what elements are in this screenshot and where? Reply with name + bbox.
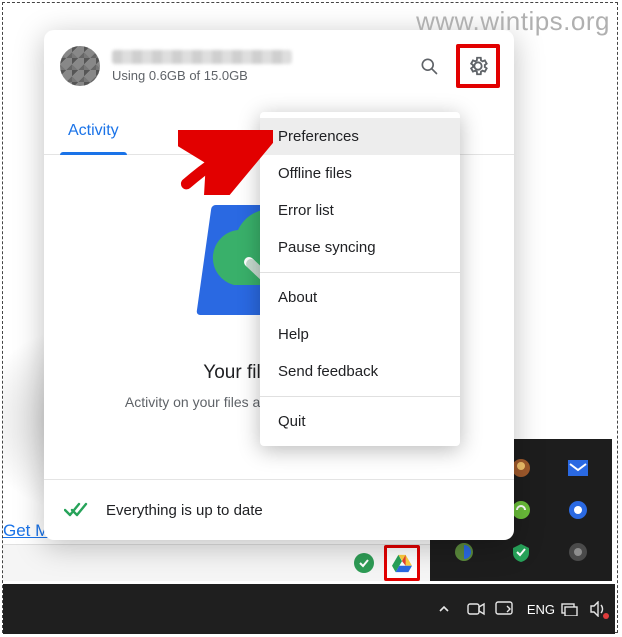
synced-icon [64, 501, 88, 519]
storage-usage-text: Using 0.6GB of 15.0GB [112, 68, 400, 83]
tray-bottom-row [3, 544, 430, 581]
tray-app-icon[interactable] [567, 457, 589, 479]
menu-separator [260, 272, 460, 273]
menu-item-quit[interactable]: Quit [260, 403, 460, 440]
menu-item-send-feedback[interactable]: Send feedback [260, 353, 460, 390]
menu-item-offline-files[interactable]: Offline files [260, 155, 460, 192]
search-button[interactable] [412, 49, 446, 83]
google-drive-tray-icon[interactable] [391, 553, 413, 573]
gear-icon [467, 55, 489, 77]
settings-button-highlight [456, 44, 500, 88]
tray-chevron-icon[interactable] [437, 602, 451, 616]
menu-item-error-list[interactable]: Error list [260, 192, 460, 229]
settings-button[interactable] [463, 51, 493, 81]
cast-icon[interactable] [495, 600, 513, 618]
menu-item-help[interactable]: Help [260, 316, 460, 353]
tray-app-icon[interactable] [453, 541, 475, 563]
tray-app-icon[interactable] [567, 499, 589, 521]
popup-header: Using 0.6GB of 15.0GB [44, 30, 514, 94]
tray-app-icon[interactable] [567, 541, 589, 563]
status-text: Everything is up to date [106, 502, 263, 519]
tray-status-icon[interactable] [354, 553, 374, 573]
tab-activity[interactable]: Activity [60, 112, 127, 154]
windows-taskbar: ENG [3, 584, 615, 634]
avatar[interactable] [60, 46, 100, 86]
screenshot-stage: www.wintips.org Get More Storage. Using … [0, 0, 622, 637]
language-indicator[interactable]: ENG [527, 602, 555, 617]
network-icon[interactable] [561, 602, 579, 616]
watermark-text: www.wintips.org [416, 6, 610, 37]
header-account-info: Using 0.6GB of 15.0GB [112, 50, 400, 83]
volume-icon[interactable] [589, 600, 607, 618]
menu-item-pause-syncing[interactable]: Pause syncing [260, 229, 460, 266]
menu-item-about[interactable]: About [260, 279, 460, 316]
menu-item-preferences[interactable]: Preferences [260, 118, 460, 155]
tray-app-icon[interactable] [510, 541, 532, 563]
volume-notification-dot [603, 613, 609, 619]
drive-tray-icon-highlight [384, 545, 420, 581]
account-email-blurred [112, 50, 292, 64]
menu-separator [260, 396, 460, 397]
meet-now-icon[interactable] [467, 600, 485, 618]
settings-menu: Preferences Offline files Error list Pau… [260, 112, 460, 446]
search-icon [419, 56, 439, 76]
status-bar: Everything is up to date [44, 479, 514, 540]
